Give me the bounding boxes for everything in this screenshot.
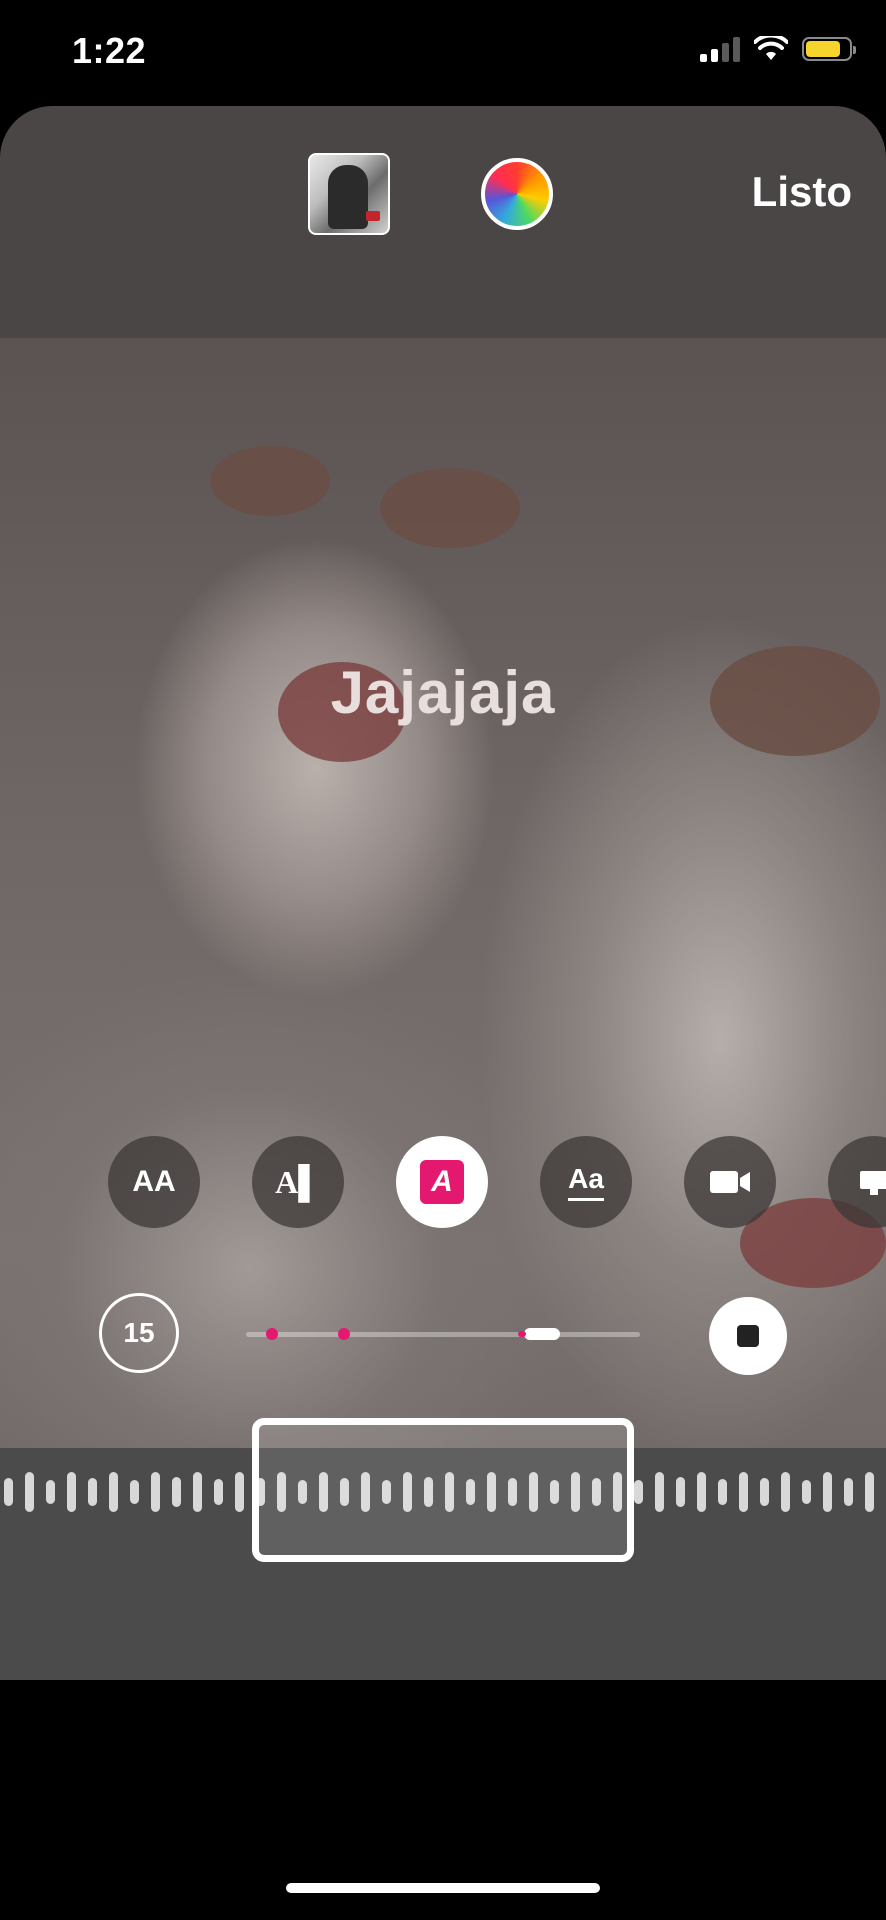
- waveform-bar: [634, 1480, 643, 1504]
- waveform-bar: [865, 1472, 874, 1512]
- waveform-bar: [718, 1479, 727, 1505]
- underline-bar: [568, 1198, 604, 1201]
- waveform-bar: [46, 1480, 55, 1504]
- waveform-bar: [130, 1480, 139, 1504]
- waveform-bar: [67, 1472, 76, 1512]
- stop-icon: [737, 1325, 759, 1347]
- waveform-bar: [88, 1478, 97, 1506]
- status-icons: [700, 36, 856, 62]
- style-aa-button[interactable]: AA: [108, 1136, 200, 1228]
- style-highlight-button[interactable]: A: [396, 1136, 488, 1228]
- status-time: 1:22: [72, 30, 147, 71]
- color-wheel-icon[interactable]: [481, 158, 553, 230]
- waveform-bar: [109, 1472, 118, 1512]
- lyric-marker: [266, 1328, 278, 1340]
- waveform-bar: [4, 1478, 13, 1506]
- waveform-bar: [151, 1472, 160, 1512]
- stop-button[interactable]: [709, 1297, 787, 1375]
- waveform-bar: [655, 1472, 664, 1512]
- waveform-bar: [25, 1472, 34, 1512]
- cellular-signal-icon: [700, 36, 740, 62]
- style-typewriter-icon: A▌: [275, 1163, 321, 1200]
- waveform-bar: [760, 1478, 769, 1506]
- waveform-bar: [676, 1477, 685, 1507]
- style-camera-icon: [710, 1171, 750, 1193]
- done-button[interactable]: Listo: [752, 168, 852, 216]
- style-aa-icon: AA: [132, 1165, 176, 1198]
- waveform-bar: [214, 1479, 223, 1505]
- clip-duration-button[interactable]: 15: [99, 1293, 179, 1373]
- style-underline-icon: Aa: [568, 1163, 604, 1194]
- music-cover-thumbnail[interactable]: [308, 153, 390, 235]
- waveform-bar: [697, 1472, 706, 1512]
- home-indicator: [286, 1883, 600, 1893]
- battery-icon: [802, 37, 856, 61]
- waveform-bar: [172, 1477, 181, 1507]
- waveform-bar: [844, 1478, 853, 1506]
- playhead-handle[interactable]: [518, 1328, 560, 1340]
- wifi-icon: [754, 36, 788, 60]
- lyric-marker: [338, 1328, 350, 1340]
- style-highlight-icon: A: [420, 1160, 464, 1204]
- style-underline-button[interactable]: Aa: [540, 1136, 632, 1228]
- waveform-bar: [235, 1472, 244, 1512]
- style-typewriter-button[interactable]: A▌: [252, 1136, 344, 1228]
- lyrics-caption[interactable]: Jajajaja: [0, 658, 886, 727]
- style-more-icon: [860, 1171, 886, 1195]
- waveform-bar: [739, 1472, 748, 1512]
- waveform-bar: [802, 1480, 811, 1504]
- waveform-bar: [781, 1472, 790, 1512]
- audio-progress-track[interactable]: [246, 1328, 640, 1340]
- clip-selection-window[interactable]: [252, 1418, 634, 1562]
- style-camera-button[interactable]: [684, 1136, 776, 1228]
- waveform-bar: [823, 1472, 832, 1512]
- waveform-bar: [193, 1472, 202, 1512]
